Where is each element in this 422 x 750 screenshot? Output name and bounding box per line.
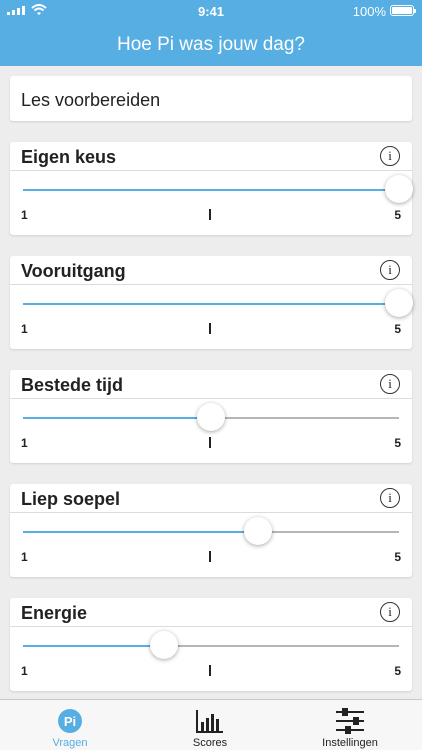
slider-fill bbox=[23, 645, 164, 647]
rating-slider[interactable] bbox=[23, 175, 413, 203]
question-card: Bestede tijd i 1 5 bbox=[10, 370, 412, 463]
tab-scores-label: Scores bbox=[192, 737, 228, 749]
question-label: Liep soepel bbox=[21, 489, 121, 509]
divider bbox=[10, 512, 412, 513]
rating-slider[interactable] bbox=[23, 289, 413, 317]
svg-text:Pi: Pi bbox=[64, 714, 76, 729]
info-icon[interactable]: i bbox=[380, 146, 400, 166]
slider-mid-tick bbox=[209, 551, 211, 562]
slider-min-label: 1 bbox=[21, 550, 28, 564]
slider-max-label: 5 bbox=[394, 322, 401, 336]
question-label: Eigen keus bbox=[21, 147, 117, 167]
slider-mid-tick bbox=[209, 323, 211, 334]
slider-thumb[interactable] bbox=[385, 289, 413, 317]
divider bbox=[10, 398, 412, 399]
slider-mid-tick bbox=[209, 665, 211, 676]
info-icon[interactable]: i bbox=[380, 602, 400, 622]
slider-thumb[interactable] bbox=[385, 175, 413, 203]
bar-chart-icon bbox=[196, 710, 223, 733]
question-card: Vooruitgang i 1 5 bbox=[10, 256, 413, 349]
slider-min-label: 1 bbox=[21, 208, 28, 222]
sliders-icon bbox=[336, 708, 364, 734]
slider-fill bbox=[23, 303, 399, 305]
question-card: Energie i 1 5 bbox=[10, 598, 412, 691]
info-icon[interactable]: i bbox=[380, 260, 400, 280]
question-card: Liep soepel i 1 5 bbox=[10, 484, 412, 577]
slider-thumb[interactable] bbox=[244, 517, 272, 545]
divider bbox=[10, 626, 412, 627]
tab-instellingen-label: Instellingen bbox=[322, 737, 378, 749]
info-icon[interactable]: i bbox=[380, 374, 400, 394]
info-icon[interactable]: i bbox=[380, 488, 400, 508]
slider-min-label: 1 bbox=[21, 664, 28, 678]
battery-icon bbox=[390, 5, 416, 16]
slider-fill bbox=[23, 531, 258, 533]
battery-percentage: 100% bbox=[352, 4, 386, 19]
rating-slider[interactable] bbox=[23, 517, 399, 545]
question-label: Energie bbox=[21, 603, 88, 623]
rating-slider[interactable] bbox=[23, 631, 399, 659]
slider-min-label: 1 bbox=[21, 322, 28, 336]
divider bbox=[10, 170, 412, 171]
slider-mid-tick bbox=[209, 437, 211, 448]
slider-fill bbox=[23, 189, 399, 191]
slider-max-label: 5 bbox=[394, 664, 401, 678]
tab-vragen-label: Vragen bbox=[52, 737, 88, 749]
pi-icon: Pi bbox=[58, 709, 82, 733]
app-header: 9:41 100% Hoe Pi was jouw dag? bbox=[0, 0, 422, 66]
slider-fill bbox=[23, 417, 211, 419]
slider-min-label: 1 bbox=[21, 436, 28, 450]
tab-vragen[interactable]: Pi Vragen bbox=[0, 700, 140, 750]
page-title: Hoe Pi was jouw dag? bbox=[117, 34, 305, 55]
question-label: Vooruitgang bbox=[21, 261, 126, 281]
slider-thumb[interactable] bbox=[150, 631, 178, 659]
tab-scores[interactable]: Scores bbox=[140, 700, 280, 750]
slider-mid-tick bbox=[209, 209, 211, 220]
tab-bar: Pi Vragen Scores Instellingen bbox=[0, 699, 422, 750]
activity-field[interactable]: Les voorbereiden bbox=[10, 76, 412, 121]
rating-slider[interactable] bbox=[23, 403, 399, 431]
question-card: Eigen keus i 1 5 bbox=[10, 142, 413, 235]
slider-max-label: 5 bbox=[394, 550, 401, 564]
slider-thumb[interactable] bbox=[197, 403, 225, 431]
tab-instellingen[interactable]: Instellingen bbox=[280, 700, 420, 750]
status-bar: 9:41 100% bbox=[0, 0, 422, 22]
slider-max-label: 5 bbox=[394, 208, 401, 222]
slider-max-label: 5 bbox=[394, 436, 401, 450]
question-label: Bestede tijd bbox=[21, 375, 124, 395]
divider bbox=[10, 284, 412, 285]
